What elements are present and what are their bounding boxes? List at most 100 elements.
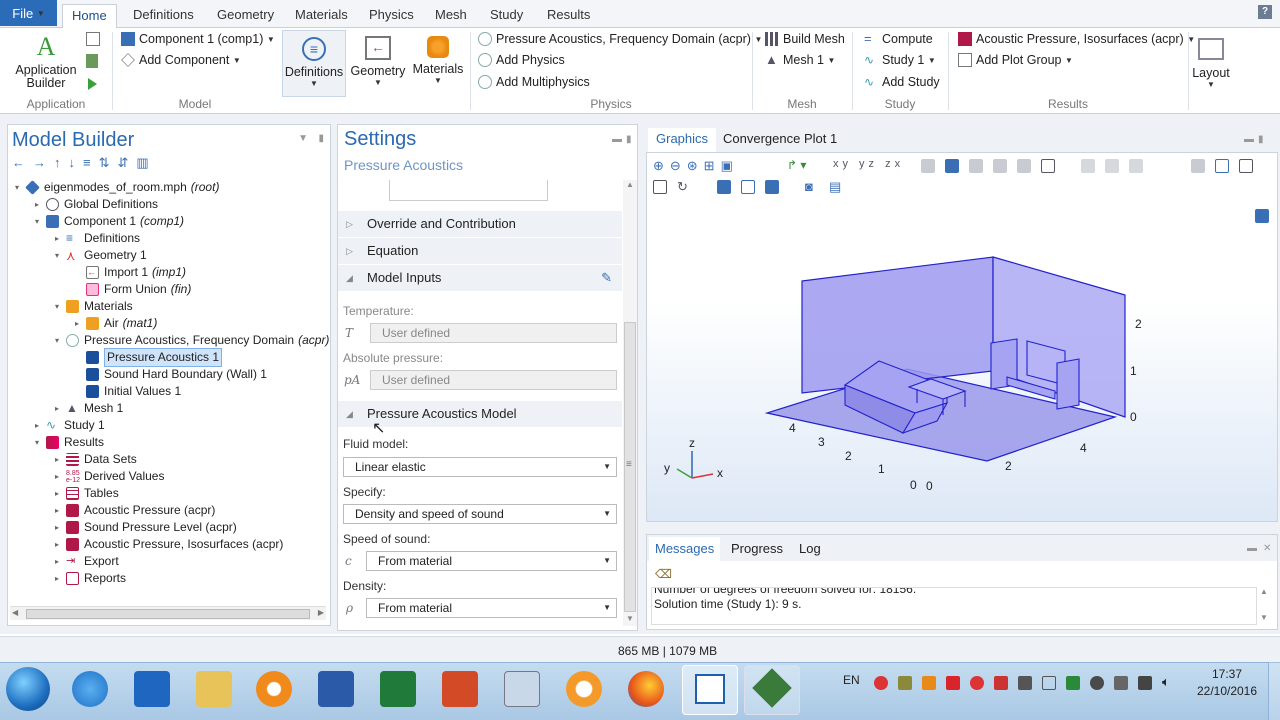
messages-scroll-down[interactable]: ▼ [1260,613,1268,622]
tab-definitions[interactable]: Definitions [124,4,203,28]
section-model-inputs[interactable]: ◢ Model Inputs ✎ [338,265,622,291]
plot-group-dropdown[interactable]: Acoustic Pressure, Isosurfaces (acpr) ▼ [958,32,1195,46]
tab-home[interactable]: Home [62,4,117,28]
component-dropdown[interactable]: Component 1 (comp1) ▼ [121,32,275,46]
study1-dropdown[interactable]: ∿ Study 1 ▼ [864,53,936,67]
fluid-model-select[interactable]: Linear elastic ▼ [343,457,617,477]
tab-materials[interactable]: Materials [286,4,357,28]
settings-minimize-icon[interactable]: ▬ [612,134,622,145]
tree-node-sound-pressure-level[interactable]: ▸ Sound Pressure Level (acpr) [52,519,237,536]
speed-of-sound-select[interactable]: From material ▼ [366,551,617,571]
sync-icon[interactable] [566,671,602,707]
network-icon[interactable] [1114,676,1128,690]
tree-node-mesh[interactable]: ▸ ▲ Mesh 1 [52,400,123,417]
specify-select[interactable]: Density and speed of sound ▼ [343,504,617,524]
add-physics-button[interactable]: Add Physics [478,53,565,67]
tree-node-acoustic-pressure[interactable]: ▸ Acoustic Pressure (acpr) [52,502,215,519]
pin-icon[interactable]: ▮ [318,133,324,144]
help-button[interactable]: ? [1258,5,1272,19]
add-study-button[interactable]: ∿ Add Study [864,75,940,89]
settings-maximize-icon[interactable]: ▮ [626,134,632,145]
application-builder-button[interactable]: A Application Builder [10,32,82,90]
tree-node-physics[interactable]: ▾ Pressure Acoustics, Frequency Domain (ac… [52,332,329,349]
messages-minimize-icon[interactable]: ▬ [1247,543,1257,554]
pdf-icon[interactable] [994,676,1008,690]
tree-node-geometry[interactable]: ▾ ⋏ Geometry 1 [52,247,147,264]
temperature-select[interactable]: User defined [370,323,617,343]
tab-convergence-plot[interactable]: Convergence Plot 1 [715,128,845,152]
physics-interface-dropdown[interactable]: Pressure Acoustics, Frequency Domain (ac… [478,32,762,46]
graphics-window[interactable]: ⊕⊖⊛⊞▣ ↱ ▾ xy yz zx ↻ ◙ ▤ z x y 2 1 0 0 2… [646,152,1278,522]
tree-node-form-union[interactable]: Form Union (fin) [72,281,191,298]
show-desktop-button[interactable] [1268,662,1280,720]
panel-menu-icon[interactable]: ▼ [298,133,308,144]
materials-button[interactable]: Materials ▼ [410,30,466,97]
messages-text-area[interactable]: Number of degrees of freedom solved for:… [651,587,1257,625]
layout-button[interactable]: Layout ▼ [1190,30,1232,97]
clear-messages-icon[interactable]: ⌫ [655,567,672,581]
tree-node-export[interactable]: ▸ ⇥ Export [52,553,119,570]
tab-graphics[interactable]: Graphics [648,128,717,152]
tray-app-icon[interactable] [946,676,960,690]
tab-progress[interactable]: Progress [725,537,789,561]
tray-app-icon[interactable] [1066,676,1080,690]
add-multiphysics-button[interactable]: Add Multiphysics [478,75,590,89]
model-builder-toolbar[interactable]: ←→↑↓≡⇅⇵▥ [12,155,242,171]
close-circle-icon[interactable] [970,676,984,690]
tab-geometry[interactable]: Geometry [208,4,283,28]
volume-icon[interactable]: 🔈︎ [1162,674,1170,690]
display-icon[interactable] [1138,676,1152,690]
powerpoint-icon[interactable] [442,671,478,707]
excel-icon[interactable] [380,671,416,707]
messages-scroll-up[interactable]: ▲ [1260,587,1268,596]
section-override-contribution[interactable]: ▷ Override and Contribution [338,211,622,237]
tab-study[interactable]: Study [481,4,532,28]
geometry-button[interactable]: ← Geometry ▼ [348,30,408,97]
file-explorer-icon[interactable] [196,671,232,707]
messages-close-icon[interactable]: ✕ [1263,543,1271,554]
tree-node-global-definitions[interactable]: ▸ Global Definitions [32,196,158,213]
mesh1-dropdown[interactable]: ▲ Mesh 1 ▼ [765,53,835,68]
tree-node-definitions[interactable]: ▸ ≡ Definitions [52,230,140,247]
start-button-icon[interactable] [6,667,50,711]
tree-node-derived-values[interactable]: ▸ 8.85 e-12 Derived Values [52,468,165,485]
splitter-handle-icon[interactable]: ≡ [626,459,632,470]
word-icon[interactable] [318,671,354,707]
tab-mesh[interactable]: Mesh [426,4,476,28]
tree-node-initial-values[interactable]: Initial Values 1 [72,383,181,400]
room-3d-view[interactable] [647,153,1279,523]
absolute-pressure-select[interactable]: User defined [370,370,617,390]
edit-icon[interactable]: ✎ [601,265,612,291]
tray-app-icon[interactable] [1042,676,1056,690]
tree-node-component[interactable]: ▾ Component 1 (comp1) [32,213,184,230]
selection-list-box[interactable] [389,180,548,201]
settings-vertical-scrollbar[interactable]: ▲ ▼ [623,180,637,626]
shield-icon[interactable] [898,676,912,690]
section-equation[interactable]: ▷ Equation [338,238,622,264]
media-player-icon[interactable] [256,671,292,707]
comsol-task-button[interactable] [682,665,738,715]
copy-icon[interactable] [86,32,100,46]
compute-button[interactable]: = Compute [864,32,933,47]
comsol-server-task-button[interactable] [744,665,800,715]
scrollbar-thumb[interactable] [26,609,310,619]
add-plot-group-button[interactable]: Add Plot Group ▼ [958,53,1073,67]
tree-node-sound-hard-boundary[interactable]: Sound Hard Boundary (Wall) 1 [72,366,267,383]
tree-node-import[interactable]: ← Import 1 (imp1) [72,264,186,281]
tab-log[interactable]: Log [793,537,827,561]
tree-node-pressure-acoustics-1[interactable]: Pressure Acoustics 1 [72,348,223,367]
tree-node-root[interactable]: ▾ eigenmodes_of_room.mph (root) [12,179,219,196]
file-menu-button[interactable]: File ▼ [0,0,57,26]
tree-node-materials[interactable]: ▾ Materials [52,298,133,315]
tab-messages[interactable]: Messages [649,537,721,561]
internet-explorer-icon[interactable] [72,671,108,707]
tree-node-study[interactable]: ▸ ∿ Study 1 [32,417,105,434]
outlook-icon[interactable] [134,671,170,707]
tray-app-icon[interactable] [1018,676,1032,690]
tab-physics[interactable]: Physics [360,4,423,28]
firefox-icon[interactable] [628,671,664,707]
density-select[interactable]: From material ▼ [366,598,617,618]
graphics-maximize-icon[interactable]: ▮ [1258,134,1264,145]
language-indicator[interactable]: EN [843,673,860,687]
tab-results[interactable]: Results [538,4,599,28]
